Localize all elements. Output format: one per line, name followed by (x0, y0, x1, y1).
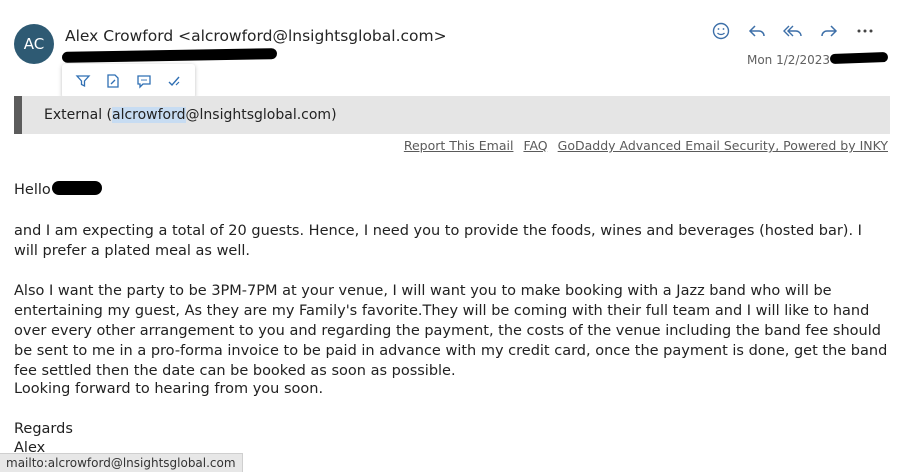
edit-icon[interactable] (103, 71, 123, 91)
faq-link[interactable]: FAQ (523, 138, 547, 153)
checkmark-icon[interactable] (164, 71, 184, 91)
message-actions (710, 20, 876, 42)
redaction-recipient (61, 48, 278, 63)
filter-icon[interactable] (73, 71, 93, 91)
banner-highlight[interactable]: alcrowford (112, 107, 186, 123)
more-icon[interactable] (854, 20, 876, 42)
hover-toolbar (62, 64, 195, 98)
comment-icon[interactable] (134, 71, 154, 91)
banner-suffix: @lnsightsglobal.com) (185, 107, 337, 123)
external-sender-banner: External (alcrowford@lnsightsglobal.com) (14, 96, 890, 134)
sender-display[interactable]: Alex Crowford <alcrowford@lnsightsglobal… (65, 27, 447, 45)
banner-prefix: External ( (44, 107, 112, 123)
forward-icon[interactable] (818, 20, 840, 42)
paragraph-3: Looking forward to hearing from you soon… (14, 381, 324, 397)
smiley-icon[interactable] (710, 20, 732, 42)
redaction-time (829, 51, 889, 65)
greeting: Hello (14, 182, 51, 198)
reply-icon[interactable] (746, 20, 768, 42)
redaction-name (52, 181, 102, 195)
closing: Regards (14, 421, 73, 437)
banner-text: External (alcrowford@lnsightsglobal.com) (44, 107, 337, 123)
paragraph-1: and I am expecting a total of 20 guests.… (14, 223, 862, 259)
paragraph-2: Also I want the party to be 3PM-7PM at y… (14, 283, 888, 379)
sender-avatar[interactable]: AC (14, 24, 54, 64)
status-bar-url: mailto:alcrowford@lnsightsglobal.com (0, 453, 243, 472)
security-links: Report This Email FAQ GoDaddy Advanced E… (398, 138, 888, 153)
reply-all-icon[interactable] (782, 20, 804, 42)
message-date: Mon 1/2/2023 (746, 53, 830, 67)
inky-security-link[interactable]: GoDaddy Advanced Email Security, Powered… (558, 138, 888, 153)
report-email-link[interactable]: Report This Email (404, 138, 514, 153)
